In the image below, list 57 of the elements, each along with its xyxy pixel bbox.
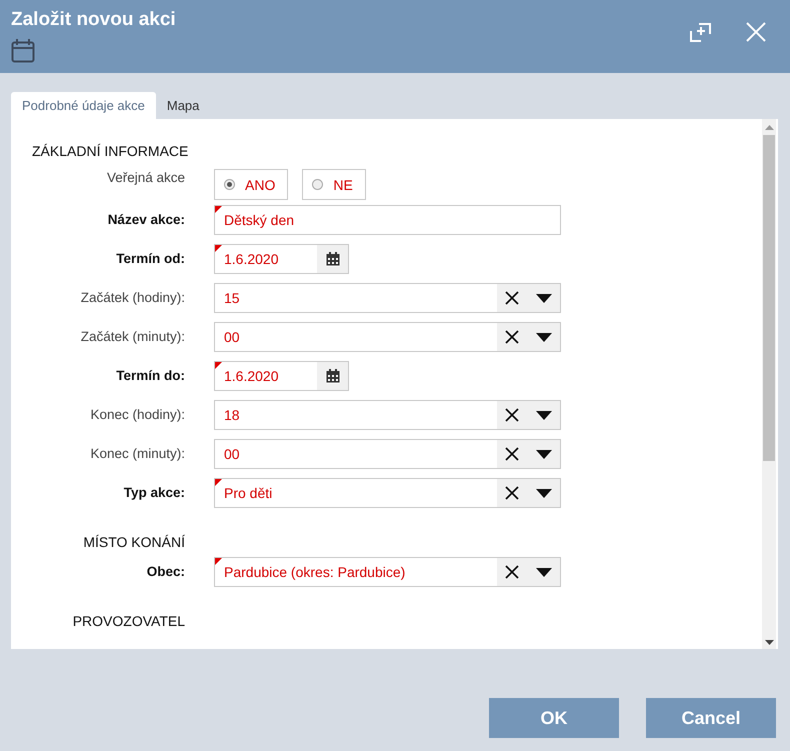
- clear-icon[interactable]: [505, 447, 519, 461]
- required-mark: [215, 558, 222, 565]
- select-field[interactable]: Pardubice (okres: Pardubice): [214, 557, 561, 587]
- radio-option[interactable]: NE: [302, 169, 366, 200]
- dialog-button[interactable]: Cancel: [646, 698, 776, 738]
- radio-button[interactable]: [312, 179, 324, 190]
- calendar-button[interactable]: [317, 362, 348, 390]
- required-mark: [215, 245, 222, 252]
- scrollbar[interactable]: [762, 119, 776, 649]
- clear-icon[interactable]: [505, 565, 519, 579]
- section-heading: MÍSTO KONÁNÍ: [83, 534, 185, 550]
- window-title: Založit novou akci: [11, 8, 176, 32]
- field-label: Název akce:: [108, 212, 185, 227]
- calendar-button[interactable]: [317, 245, 348, 273]
- select-field[interactable]: 18: [214, 400, 561, 430]
- calendar-icon: [326, 252, 340, 266]
- dropdown-caret-icon[interactable]: [536, 450, 552, 458]
- calendar-icon: [326, 369, 340, 383]
- dropdown-caret-icon[interactable]: [536, 488, 552, 498]
- date-field[interactable]: 1.6.2020: [214, 361, 349, 391]
- dropdown-caret-icon[interactable]: [536, 568, 552, 576]
- tab[interactable]: Podrobné údaje akce: [11, 92, 156, 119]
- date-field[interactable]: 1.6.2020: [214, 244, 349, 274]
- dropdown-caret-icon[interactable]: [536, 410, 552, 420]
- close-icon[interactable]: [746, 22, 766, 42]
- dropdown-caret-icon[interactable]: [536, 294, 552, 302]
- field-label: Veřejná akce: [106, 170, 185, 185]
- required-mark: [215, 206, 222, 213]
- select-field[interactable]: 00: [214, 322, 561, 352]
- radio-option[interactable]: ANO: [214, 169, 288, 200]
- dialog-button[interactable]: OK: [489, 698, 619, 738]
- field-label: Začátek (hodiny):: [80, 290, 185, 305]
- scroll-down-icon[interactable]: [764, 640, 774, 645]
- section-heading: ZÁKLADNÍ INFORMACE: [32, 143, 188, 159]
- required-mark: [215, 479, 222, 486]
- section-heading: PROVOZOVATEL: [72, 613, 185, 629]
- clear-icon[interactable]: [505, 291, 519, 305]
- radio-button[interactable]: [224, 179, 235, 190]
- select-field[interactable]: Pro děti: [214, 478, 561, 508]
- clear-icon[interactable]: [505, 486, 519, 500]
- maximize-icon[interactable]: [689, 21, 713, 43]
- field-label: Typ akce:: [124, 485, 185, 500]
- required-mark: [215, 362, 222, 369]
- input-field[interactable]: Dětský den: [214, 205, 561, 235]
- dropdown-caret-icon[interactable]: [536, 332, 552, 342]
- field-label: Konec (minuty):: [90, 446, 185, 461]
- clear-icon[interactable]: [505, 330, 519, 344]
- field-label: Termín do:: [116, 368, 185, 383]
- select-field[interactable]: 15: [214, 283, 561, 313]
- tab[interactable]: Mapa: [156, 92, 210, 119]
- field-label: Obec:: [146, 564, 185, 579]
- clear-icon[interactable]: [505, 408, 519, 422]
- calendar-icon: [11, 38, 35, 64]
- field-label: Konec (hodiny):: [90, 407, 185, 422]
- field-label: Termín od:: [116, 251, 185, 266]
- field-label: Začátek (minuty):: [80, 329, 185, 344]
- select-field[interactable]: 00: [214, 439, 561, 469]
